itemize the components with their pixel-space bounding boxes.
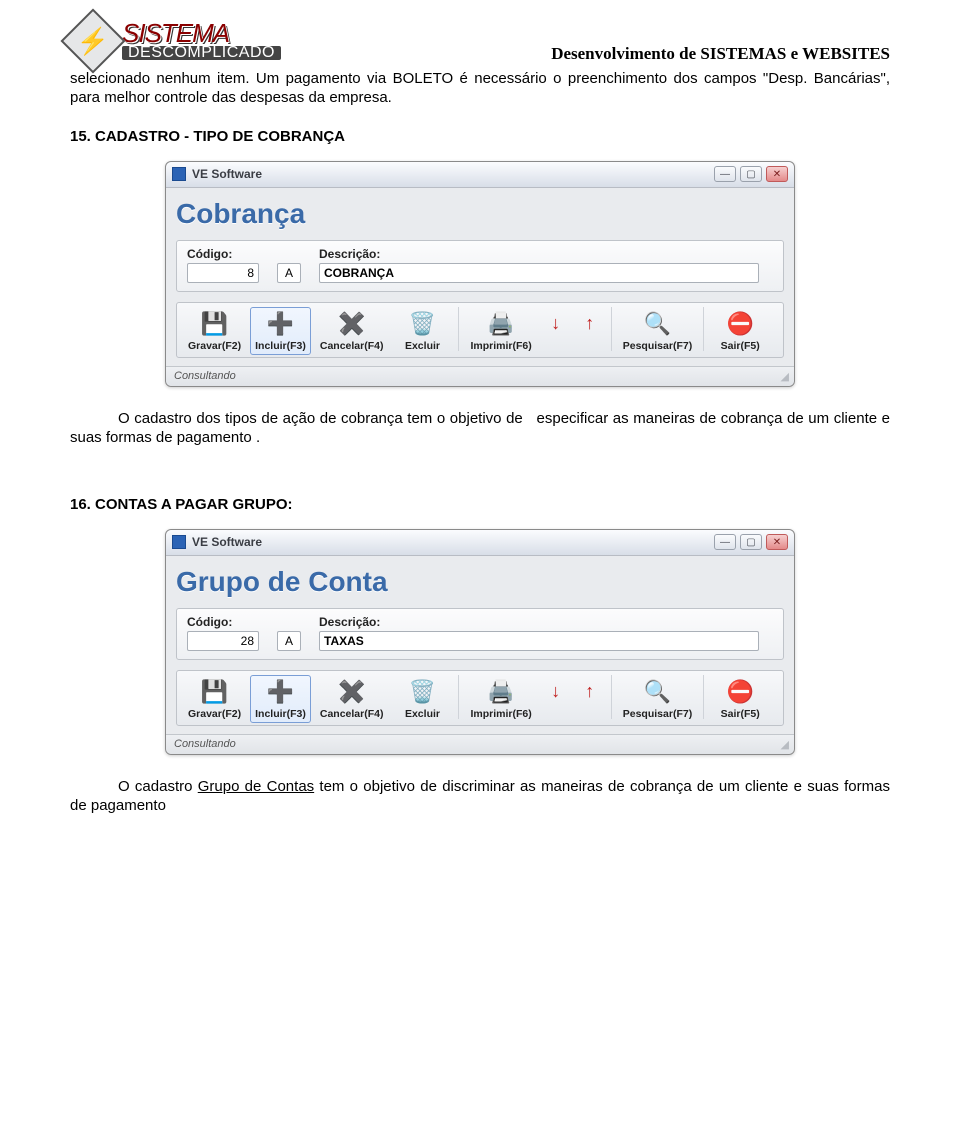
toolbar: 💾 Gravar(F2) ➕ Incluir(F3) ✖️ Cancelar(F… (176, 670, 784, 726)
window-buttons: — ▢ ✕ (714, 534, 788, 550)
panel-title: Cobrança (176, 198, 784, 230)
statusbar: Consultando ◢ (166, 366, 794, 386)
cancelar-button[interactable]: ✖️ Cancelar(F4) (315, 307, 389, 355)
sair-button[interactable]: ⛔ Sair(F5) (710, 307, 770, 355)
separator (703, 675, 704, 719)
delete-icon: 🗑️ (406, 678, 438, 706)
close-button[interactable]: ✕ (766, 166, 788, 182)
descricao-label: Descrição: (319, 615, 759, 629)
logo-line2: DESCOMPLICADO (122, 46, 281, 60)
pesquisar-button[interactable]: 🔍 Pesquisar(F7) (618, 675, 697, 723)
vesoft-window-cobranca: VE Software — ▢ ✕ Cobrança Código: Descr… (165, 161, 795, 387)
panel-title: Grupo de Conta (176, 566, 784, 598)
toolbar: 💾 Gravar(F2) ➕ Incluir(F3) ✖️ Cancelar(F… (176, 302, 784, 358)
letter-input[interactable] (277, 263, 301, 283)
logo-text: SISTEMA DESCOMPLICADO (122, 22, 281, 60)
cancel-icon: ✖️ (336, 310, 368, 338)
separator (458, 307, 459, 351)
separator (458, 675, 459, 719)
excluir-button[interactable]: 🗑️ Excluir (392, 307, 452, 355)
codigo-field: Código: (187, 615, 259, 651)
logo-line1: SISTEMA (122, 22, 281, 45)
app-icon (172, 535, 186, 549)
arrow-down-icon: ↓ (546, 310, 566, 338)
status-text: Consultando (174, 738, 236, 750)
search-icon: 🔍 (641, 678, 673, 706)
descricao-field: Descrição: (319, 247, 759, 283)
header-slogan: Desenvolvimento de SISTEMAS e WEBSITES (551, 18, 890, 64)
codigo-label: Código: (187, 247, 259, 261)
save-icon: 💾 (199, 678, 231, 706)
close-button[interactable]: ✕ (766, 534, 788, 550)
exit-icon: ⛔ (724, 678, 756, 706)
separator (611, 307, 612, 351)
descricao-input[interactable] (319, 263, 759, 283)
app-title: VE Software (192, 535, 262, 549)
cancelar-button[interactable]: ✖️ Cancelar(F4) (315, 675, 389, 723)
heading-15: 15. CADASTRO - TIPO DE COBRANÇA (70, 128, 890, 145)
logo-icon: ⚡ (60, 8, 125, 73)
logo: ⚡ SISTEMA DESCOMPLICADO (70, 18, 281, 64)
resize-grip-icon[interactable]: ◢ (781, 370, 786, 383)
codigo-label: Código: (187, 615, 259, 629)
delete-icon: 🗑️ (406, 310, 438, 338)
arrow-up-icon: ↑ (580, 678, 600, 706)
titlebar: VE Software — ▢ ✕ (166, 530, 794, 556)
minimize-button[interactable]: — (714, 534, 736, 550)
separator (703, 307, 704, 351)
descricao-label: Descrição: (319, 247, 759, 261)
resize-grip-icon[interactable]: ◢ (781, 738, 786, 751)
gravar-button[interactable]: 💾 Gravar(F2) (183, 675, 246, 723)
status-text: Consultando (174, 370, 236, 382)
form-row: Código: Descrição: (176, 608, 784, 660)
descricao-input[interactable] (319, 631, 759, 651)
codigo-input[interactable] (187, 263, 259, 283)
excluir-button[interactable]: 🗑️ Excluir (392, 675, 452, 723)
intro-paragraph: selecionado nenhum item. Um pagamento vi… (70, 70, 890, 108)
up-button[interactable]: ↑ (575, 307, 605, 341)
cancel-icon: ✖️ (336, 678, 368, 706)
heading-16: 16. CONTAS A PAGAR GRUPO: (70, 496, 890, 513)
codigo-field: Código: (187, 247, 259, 283)
print-icon: 🖨️ (485, 310, 517, 338)
statusbar: Consultando ◢ (166, 734, 794, 754)
gravar-button[interactable]: 💾 Gravar(F2) (183, 307, 246, 355)
document-header: ⚡ SISTEMA DESCOMPLICADO Desenvolvimento … (70, 18, 890, 64)
sair-button[interactable]: ⛔ Sair(F5) (710, 675, 770, 723)
add-icon: ➕ (264, 310, 296, 338)
window-buttons: — ▢ ✕ (714, 166, 788, 182)
maximize-button[interactable]: ▢ (740, 534, 762, 550)
letter-input[interactable] (277, 631, 301, 651)
up-button[interactable]: ↑ (575, 675, 605, 709)
app-icon (172, 167, 186, 181)
down-button[interactable]: ↓ (541, 675, 571, 709)
letter-field (277, 615, 301, 651)
down-button[interactable]: ↓ (541, 307, 571, 341)
codigo-input[interactable] (187, 631, 259, 651)
arrow-down-icon: ↓ (546, 678, 566, 706)
paragraph-after-15: O cadastro dos tipos de ação de cobrança… (70, 409, 890, 448)
save-icon: 💾 (199, 310, 231, 338)
app-title: VE Software (192, 167, 262, 181)
add-icon: ➕ (264, 678, 296, 706)
separator (611, 675, 612, 719)
incluir-button[interactable]: ➕ Incluir(F3) (250, 675, 311, 723)
imprimir-button[interactable]: 🖨️ Imprimir(F6) (465, 307, 536, 355)
imprimir-button[interactable]: 🖨️ Imprimir(F6) (465, 675, 536, 723)
form-row: Código: Descrição: (176, 240, 784, 292)
search-icon: 🔍 (641, 310, 673, 338)
vesoft-window-grupo-conta: VE Software — ▢ ✕ Grupo de Conta Código:… (165, 529, 795, 755)
grupo-de-contas-underline: Grupo de Contas (198, 778, 314, 795)
descricao-field: Descrição: (319, 615, 759, 651)
paragraph-after-16: O cadastro Grupo de Contas tem o objetiv… (70, 777, 890, 816)
arrow-up-icon: ↑ (580, 310, 600, 338)
print-icon: 🖨️ (485, 678, 517, 706)
exit-icon: ⛔ (724, 310, 756, 338)
pesquisar-button[interactable]: 🔍 Pesquisar(F7) (618, 307, 697, 355)
maximize-button[interactable]: ▢ (740, 166, 762, 182)
letter-field (277, 247, 301, 283)
titlebar: VE Software — ▢ ✕ (166, 162, 794, 188)
minimize-button[interactable]: — (714, 166, 736, 182)
incluir-button[interactable]: ➕ Incluir(F3) (250, 307, 311, 355)
